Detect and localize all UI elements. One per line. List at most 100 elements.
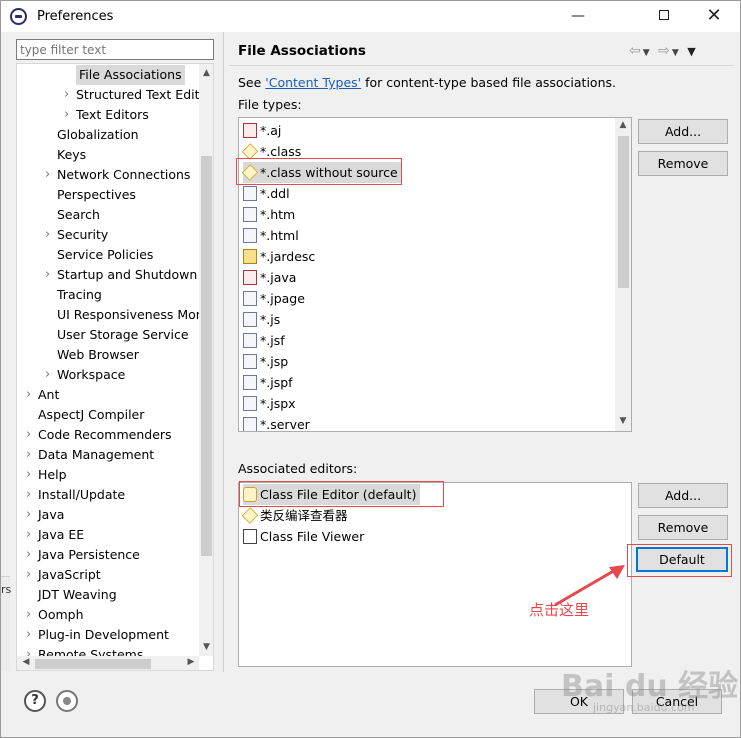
file-types-scrollbar[interactable]: ▲ ▼	[615, 118, 631, 431]
tree-item[interactable]: › Workspace	[45, 365, 125, 385]
panel-divider[interactable]	[223, 32, 224, 672]
file-type-row[interactable]: *.class without source	[241, 162, 402, 183]
forward-dropdown-icon[interactable]: ▼	[672, 48, 681, 58]
tree-item[interactable]: › Structured Text Editc	[64, 85, 199, 105]
expand-arrow-icon[interactable]: ›	[26, 465, 36, 485]
add-file-type-button[interactable]: Add...	[638, 119, 728, 144]
tree-item[interactable]: › Install/Update	[26, 485, 125, 505]
scroll-up-icon[interactable]: ▲	[201, 66, 212, 80]
expand-arrow-icon[interactable]: ›	[45, 225, 55, 245]
back-dropdown-icon[interactable]: ▼	[643, 48, 652, 58]
record-icon[interactable]	[56, 690, 78, 712]
remove-file-type-button[interactable]: Remove	[638, 151, 728, 176]
remove-editor-button[interactable]: Remove	[638, 515, 728, 540]
scroll-down-icon[interactable]: ▼	[617, 416, 629, 426]
expand-arrow-icon[interactable]: ›	[26, 425, 36, 445]
scroll-left-icon[interactable]: ◀	[20, 657, 32, 667]
expand-arrow-icon[interactable]: ›	[64, 105, 74, 125]
scroll-down-icon[interactable]: ▼	[201, 640, 212, 654]
tree-item[interactable]: Perspectives	[57, 185, 136, 205]
file-type-row[interactable]: *.ddl	[243, 183, 290, 204]
file-type-label: *.jsf	[260, 333, 285, 348]
tree-item[interactable]: › Network Connections	[45, 165, 190, 185]
tree-item[interactable]: › JavaScript	[26, 565, 101, 585]
tree-item[interactable]: › Plug-in Development	[26, 625, 169, 645]
editor-row[interactable]: Class File Viewer	[243, 526, 364, 547]
expand-arrow-icon[interactable]: ›	[26, 625, 36, 645]
tree-hscroll-thumb[interactable]	[35, 659, 151, 669]
hint-suffix: for content-type based file associations…	[361, 75, 616, 90]
view-menu-icon[interactable]: ▼	[687, 45, 697, 58]
tree-item[interactable]: › Text Editors	[64, 105, 149, 125]
tree-item[interactable]: File Associations	[76, 65, 185, 85]
tree-item[interactable]: › Data Management	[26, 445, 154, 465]
expand-arrow-icon[interactable]: ›	[45, 265, 55, 285]
tree-item[interactable]: › Startup and Shutdown	[45, 265, 197, 285]
scroll-right-icon[interactable]: ▶	[185, 657, 197, 667]
tree-item[interactable]: Web Browser	[57, 345, 139, 365]
tree-item[interactable]: › Oomph	[26, 605, 84, 625]
tree-item[interactable]: AspectJ Compiler	[38, 405, 144, 425]
expand-arrow-icon[interactable]: ›	[26, 545, 36, 565]
tree-item[interactable]: User Storage Service	[57, 325, 189, 345]
tree-item[interactable]: JDT Weaving	[38, 585, 117, 605]
expand-arrow-icon[interactable]: ›	[45, 365, 55, 385]
expand-arrow-icon[interactable]: ›	[64, 85, 74, 105]
file-type-row[interactable]: *.html	[243, 225, 299, 246]
back-arrow-icon[interactable]: ⇦	[629, 43, 643, 59]
tree-item[interactable]: Keys	[57, 145, 86, 165]
expand-arrow-icon[interactable]: ›	[45, 165, 55, 185]
tree-item[interactable]: Search	[57, 205, 100, 225]
maximize-button[interactable]	[641, 1, 687, 32]
tree-item[interactable]: › Code Recommenders	[26, 425, 172, 445]
file-type-row[interactable]: *.aj	[243, 120, 281, 141]
file-type-row[interactable]: *.jspx	[243, 393, 296, 414]
file-type-row[interactable]: *.jpage	[243, 288, 305, 309]
expand-arrow-icon[interactable]: ›	[26, 525, 36, 545]
tree-item[interactable]: › Java Persistence	[26, 545, 140, 565]
file-type-row[interactable]: *.jardesc	[243, 246, 315, 267]
tree-item[interactable]: UI Responsiveness Mor	[57, 305, 199, 325]
expand-arrow-icon[interactable]: ›	[26, 645, 36, 656]
expand-arrow-icon[interactable]: ›	[26, 385, 36, 405]
tree-scroll-thumb[interactable]	[201, 156, 212, 556]
file-type-row[interactable]: *.jsp	[243, 351, 288, 372]
editor-row[interactable]: 类反编译查看器	[241, 505, 348, 526]
scroll-up-icon[interactable]: ▲	[617, 120, 629, 130]
file-type-row[interactable]: *.js	[243, 309, 280, 330]
tree-item[interactable]: › Remote Systems	[26, 645, 143, 656]
file-type-label: *.ddl	[260, 186, 290, 201]
file-type-row[interactable]: *.server	[243, 414, 310, 431]
tree-item[interactable]: › Ant	[26, 385, 59, 405]
default-button[interactable]: Default	[636, 547, 728, 572]
tree-item[interactable]: › Help	[26, 465, 67, 485]
file-type-row[interactable]: *.class	[241, 141, 301, 162]
file-type-row[interactable]: *.jsf	[243, 330, 285, 351]
file-type-row[interactable]: *.htm	[243, 204, 295, 225]
file-type-row[interactable]: *.jspf	[243, 372, 293, 393]
minimize-button[interactable]: —	[555, 1, 601, 32]
file-type-row[interactable]: *.java	[243, 267, 296, 288]
editor-row[interactable]: Class File Editor (default)	[243, 484, 421, 505]
expand-arrow-icon[interactable]: ›	[26, 485, 36, 505]
tree-item-label: Java Persistence	[38, 547, 140, 562]
help-icon[interactable]: ?	[24, 690, 46, 712]
tree-horizontal-scrollbar[interactable]: ◀ ▶	[17, 656, 199, 670]
expand-arrow-icon[interactable]: ›	[26, 565, 36, 585]
expand-arrow-icon[interactable]: ›	[26, 505, 36, 525]
tree-item[interactable]: Tracing	[57, 285, 102, 305]
expand-arrow-icon[interactable]: ›	[26, 445, 36, 465]
filter-input[interactable]	[16, 39, 214, 60]
tree-item[interactable]: Globalization	[57, 125, 139, 145]
file-types-scroll-thumb[interactable]	[618, 136, 629, 288]
forward-arrow-icon[interactable]: ⇨	[658, 43, 672, 59]
tree-item[interactable]: › Security	[45, 225, 108, 245]
tree-item[interactable]: Service Policies	[57, 245, 153, 265]
tree-vertical-scrollbar[interactable]: ▲ ▼	[199, 64, 213, 656]
expand-arrow-icon[interactable]: ›	[26, 605, 36, 625]
add-editor-button[interactable]: Add...	[638, 483, 728, 508]
tree-item[interactable]: › Java EE	[26, 525, 84, 545]
content-types-link[interactable]: 'Content Types'	[265, 75, 361, 90]
close-button[interactable]: ✕	[691, 1, 737, 32]
tree-item[interactable]: › Java	[26, 505, 64, 525]
